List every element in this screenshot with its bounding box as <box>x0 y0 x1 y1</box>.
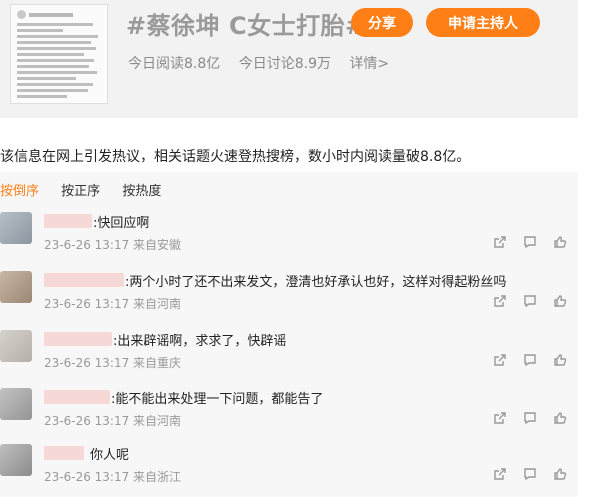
comment-icon[interactable] <box>522 352 538 368</box>
comment-line: :快回应啊 <box>44 212 150 231</box>
comment-source: 来自河南 <box>133 414 182 428</box>
comment-date: 23-6-26 13:17 <box>44 470 134 484</box>
comment-text: :两个小时了还不出来发文，澄清也好承认也好，这样对得起粉丝吗 <box>125 274 507 290</box>
comment-item: :两个小时了还不出来发文，澄清也好承认也好，这样对得起粉丝吗 23-6-26 1… <box>0 271 578 325</box>
comment-text: :出来辟谣啊，求求了，快辟谣 <box>113 333 287 349</box>
thumbnail-header <box>17 10 101 19</box>
article-paragraph: 该信息在网上引发热议，相关话题火速登热搜榜，数小时内阅读量破8.8亿。 <box>0 149 471 165</box>
topic-title: #蔡徐坤 C女士打胎# <box>126 12 366 40</box>
discussion-count: 今日讨论8.9万 <box>238 56 331 72</box>
like-icon[interactable] <box>552 466 568 482</box>
username-redacted[interactable] <box>44 214 92 228</box>
share-button[interactable]: 分享 <box>351 8 413 37</box>
comment-line: 你人呢 <box>44 444 130 463</box>
comment-actions <box>492 234 568 250</box>
like-icon[interactable] <box>552 410 568 426</box>
like-icon[interactable] <box>552 352 568 368</box>
comment-date: 23-6-26 13:17 <box>44 356 134 370</box>
thumbnail-text-line <box>17 59 95 62</box>
share-icon[interactable] <box>492 466 508 482</box>
sort-tab-newest[interactable]: 按倒序 <box>0 180 39 199</box>
username-redacted[interactable] <box>44 273 124 287</box>
comment-text: 你人呢 <box>90 447 130 463</box>
username-redacted[interactable] <box>44 332 112 346</box>
thumbnail-text-line <box>17 29 64 32</box>
comment-source: 来自重庆 <box>133 356 182 370</box>
comment-text: :能不能出来处理一下问题，都能告了 <box>111 391 324 407</box>
comment-date: 23-6-26 13:17 <box>44 238 134 252</box>
avatar[interactable] <box>0 444 32 476</box>
thumbnail-text-line <box>17 65 90 68</box>
thumbnail-text-line <box>17 95 68 98</box>
thumbnail-text-line <box>17 83 93 86</box>
thumbnail-name <box>29 12 73 17</box>
topic-header-card: #蔡徐坤 C女士打胎# 分享 申请主持人 今日阅读8.8亿 今日讨论8.9万 详… <box>0 0 578 118</box>
screenshot: #蔡徐坤 C女士打胎# 分享 申请主持人 今日阅读8.8亿 今日讨论8.9万 详… <box>0 0 595 497</box>
comment-panel: 按倒序 按正序 按热度 :快回应啊 23-6-26 13:17 来自安徽:两个… <box>0 172 578 497</box>
details-link[interactable]: 详情> <box>349 56 389 72</box>
avatar[interactable] <box>0 330 32 362</box>
username-redacted[interactable] <box>44 446 84 460</box>
thumbnail-text-line <box>17 35 98 38</box>
sort-tabs: 按倒序 按正序 按热度 <box>0 180 179 199</box>
apply-host-button[interactable]: 申请主持人 <box>426 8 540 37</box>
comment-actions <box>492 293 568 309</box>
share-icon[interactable] <box>492 410 508 426</box>
comment-date: 23-6-26 13:17 <box>44 297 134 311</box>
thumbnail-text-line <box>17 89 88 92</box>
thumbnail-text-line <box>17 77 76 80</box>
comment-actions <box>492 352 568 368</box>
comment-meta: 23-6-26 13:17 来自河南 <box>44 412 181 429</box>
like-icon[interactable] <box>552 293 568 309</box>
comment-item: :快回应啊 23-6-26 13:17 来自安徽 <box>0 212 578 266</box>
share-icon[interactable] <box>492 234 508 250</box>
post-thumbnail[interactable] <box>10 4 108 104</box>
like-icon[interactable] <box>552 234 568 250</box>
avatar[interactable] <box>0 271 32 303</box>
comment-item: :能不能出来处理一下问题，都能告了 23-6-26 13:17 来自河南 <box>0 388 578 442</box>
comment-text: :快回应啊 <box>93 215 150 231</box>
avatar[interactable] <box>0 388 32 420</box>
thumbnail-text-line <box>17 53 85 56</box>
comment-meta: 23-6-26 13:17 来自安徽 <box>44 236 181 253</box>
comment-meta: 23-6-26 13:17 来自河南 <box>44 295 181 312</box>
comment-item: 你人呢 23-6-26 13:17 来自浙江 <box>0 444 578 497</box>
comment-item: :出来辟谣啊，求求了，快辟谣 23-6-26 13:17 来自重庆 <box>0 330 578 384</box>
topic-stats: 今日阅读8.8亿 今日讨论8.9万 详情> <box>128 53 403 73</box>
comment-line: :出来辟谣啊，求求了，快辟谣 <box>44 330 287 349</box>
comment-source: 来自浙江 <box>133 470 182 484</box>
thumbnail-text-line <box>17 47 96 50</box>
comment-line: :能不能出来处理一下问题，都能告了 <box>44 388 324 407</box>
sort-tab-hot[interactable]: 按热度 <box>122 180 161 199</box>
thumbnail-text-line <box>17 23 93 26</box>
comment-line: :两个小时了还不出来发文，澄清也好承认也好，这样对得起粉丝吗 <box>44 271 507 290</box>
thumbnail-avatar <box>17 10 26 19</box>
comment-icon[interactable] <box>522 234 538 250</box>
comment-source: 来自河南 <box>133 297 182 311</box>
comment-meta: 23-6-26 13:17 来自重庆 <box>44 354 181 371</box>
avatar[interactable] <box>0 212 32 244</box>
sort-tab-oldest[interactable]: 按正序 <box>61 180 100 199</box>
thumbnail-text-line <box>17 71 97 74</box>
share-icon[interactable] <box>492 352 508 368</box>
comment-meta: 23-6-26 13:17 来自浙江 <box>44 468 181 485</box>
thumbnail-text-line <box>17 41 91 44</box>
comment-source: 来自安徽 <box>133 238 182 252</box>
comment-icon[interactable] <box>522 293 538 309</box>
comment-icon[interactable] <box>522 466 538 482</box>
share-icon[interactable] <box>492 293 508 309</box>
read-count: 今日阅读8.8亿 <box>128 56 221 72</box>
comment-actions <box>492 410 568 426</box>
comment-date: 23-6-26 13:17 <box>44 414 134 428</box>
comment-icon[interactable] <box>522 410 538 426</box>
username-redacted[interactable] <box>44 390 110 404</box>
comment-actions <box>492 466 568 482</box>
